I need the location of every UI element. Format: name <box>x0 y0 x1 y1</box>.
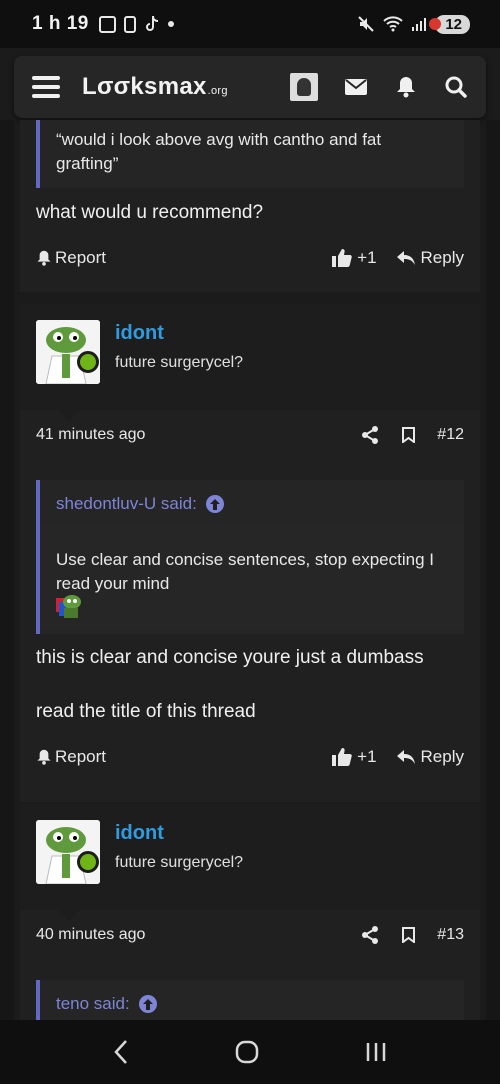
reply-button[interactable]: Reply <box>396 747 464 767</box>
nav-actions <box>290 73 468 101</box>
signal-icon <box>412 18 427 31</box>
post-meta: 40 minutes ago #13 <box>36 926 464 944</box>
quote-header[interactable]: shedontluv-U said: <box>40 480 464 514</box>
tiktok-icon <box>145 15 158 31</box>
online-indicator <box>77 851 99 873</box>
back-icon[interactable] <box>113 1039 129 1065</box>
user-info-box: idont future surgerycel? <box>20 804 480 910</box>
reply-icon <box>396 251 415 265</box>
report-button[interactable]: Report <box>36 248 106 268</box>
thumbs-up-icon <box>332 748 352 766</box>
report-label: Report <box>55 747 107 766</box>
bell-report-icon <box>37 250 51 266</box>
site-logo[interactable]: Lσσksmax.org <box>82 73 228 101</box>
quote-author: shedontluv-U said: <box>56 494 197 513</box>
thread-content: “would i look above avg with cantho and … <box>0 120 500 1020</box>
online-indicator <box>77 351 99 373</box>
username[interactable]: idont <box>115 322 164 345</box>
mute-icon <box>358 16 375 32</box>
share-icon[interactable] <box>362 426 379 444</box>
post-actions: Report +1 Reply <box>36 747 464 767</box>
bookmark-icon[interactable] <box>402 927 416 943</box>
like-count: +1 <box>357 248 377 267</box>
post-number[interactable]: #13 <box>437 926 464 944</box>
arrow-up-icon[interactable] <box>205 495 224 513</box>
quote-author: teno said: <box>56 994 130 1013</box>
reply-label: Reply <box>420 747 464 766</box>
navbar: Lσσksmax.org <box>14 56 486 118</box>
reply-button[interactable]: Reply <box>396 248 464 268</box>
quote-block: shedontluv-U said: Use clear and concise… <box>36 480 464 634</box>
pepe-emoji-icon <box>56 595 81 618</box>
system-navigation-bar <box>0 1020 500 1084</box>
status-time: 1 h 19 <box>32 13 89 34</box>
app-header: Lσσksmax.org <box>0 48 500 120</box>
dot-icon <box>167 21 174 27</box>
wifi-icon <box>383 16 404 32</box>
report-label: Report <box>55 248 107 267</box>
quote-block: “would i look above avg with cantho and … <box>36 120 464 188</box>
reply-label: Reply <box>420 248 464 267</box>
user-avatar-icon[interactable] <box>290 73 318 101</box>
post-meta: 41 minutes ago #12 <box>36 426 464 444</box>
status-notification-icons <box>98 15 174 33</box>
user-info-box: idont future surgerycel? <box>20 304 480 410</box>
bell-icon[interactable] <box>394 75 418 99</box>
bell-report-icon <box>37 749 51 765</box>
like-button[interactable]: +1 <box>332 747 377 767</box>
post-timestamp[interactable]: 40 minutes ago <box>36 926 145 944</box>
logo-suffix: .org <box>207 85 228 97</box>
menu-icon[interactable] <box>32 76 60 98</box>
thumbs-up-icon <box>332 249 352 267</box>
quote-text: “would i look above avg with cantho and … <box>56 130 382 173</box>
reply-icon <box>396 750 415 764</box>
share-icon[interactable] <box>362 926 379 944</box>
logo-text: Lσσksmax <box>82 73 207 100</box>
post-number[interactable]: #12 <box>437 426 464 444</box>
like-button[interactable]: +1 <box>332 248 377 268</box>
battery-indicator: 12 <box>429 14 470 34</box>
post-message: this is clear and concise youre just a d… <box>36 647 424 668</box>
post-timestamp[interactable]: 41 minutes ago <box>36 426 145 444</box>
quote-text: Use clear and concise sentences, stop ex… <box>40 526 464 630</box>
post-message: what would u recommend? <box>36 202 264 223</box>
username[interactable]: idont <box>115 822 164 845</box>
like-count: +1 <box>357 747 377 766</box>
arrow-up-icon[interactable] <box>138 995 157 1013</box>
quote-block: teno said: <box>36 980 464 1020</box>
user-title: future surgerycel? <box>115 354 244 371</box>
search-icon[interactable] <box>444 75 468 99</box>
post-actions: Report +1 Reply <box>36 248 464 268</box>
alert-icon <box>123 15 136 33</box>
userbox-pointer <box>58 910 80 921</box>
status-system-icons: 12 <box>357 14 470 34</box>
recents-icon[interactable] <box>365 1041 387 1063</box>
status-bar: 1 h 19 12 <box>0 0 500 48</box>
report-button[interactable]: Report <box>36 747 106 767</box>
screenshot-icon <box>98 15 116 33</box>
userbox-pointer <box>58 410 80 421</box>
user-title: future surgerycel? <box>115 854 244 871</box>
quote-header[interactable]: teno said: <box>40 980 464 1014</box>
home-icon[interactable] <box>235 1040 259 1064</box>
envelope-icon[interactable] <box>344 75 368 99</box>
bookmark-icon[interactable] <box>402 427 416 443</box>
post-message: read the title of this thread <box>36 701 256 722</box>
